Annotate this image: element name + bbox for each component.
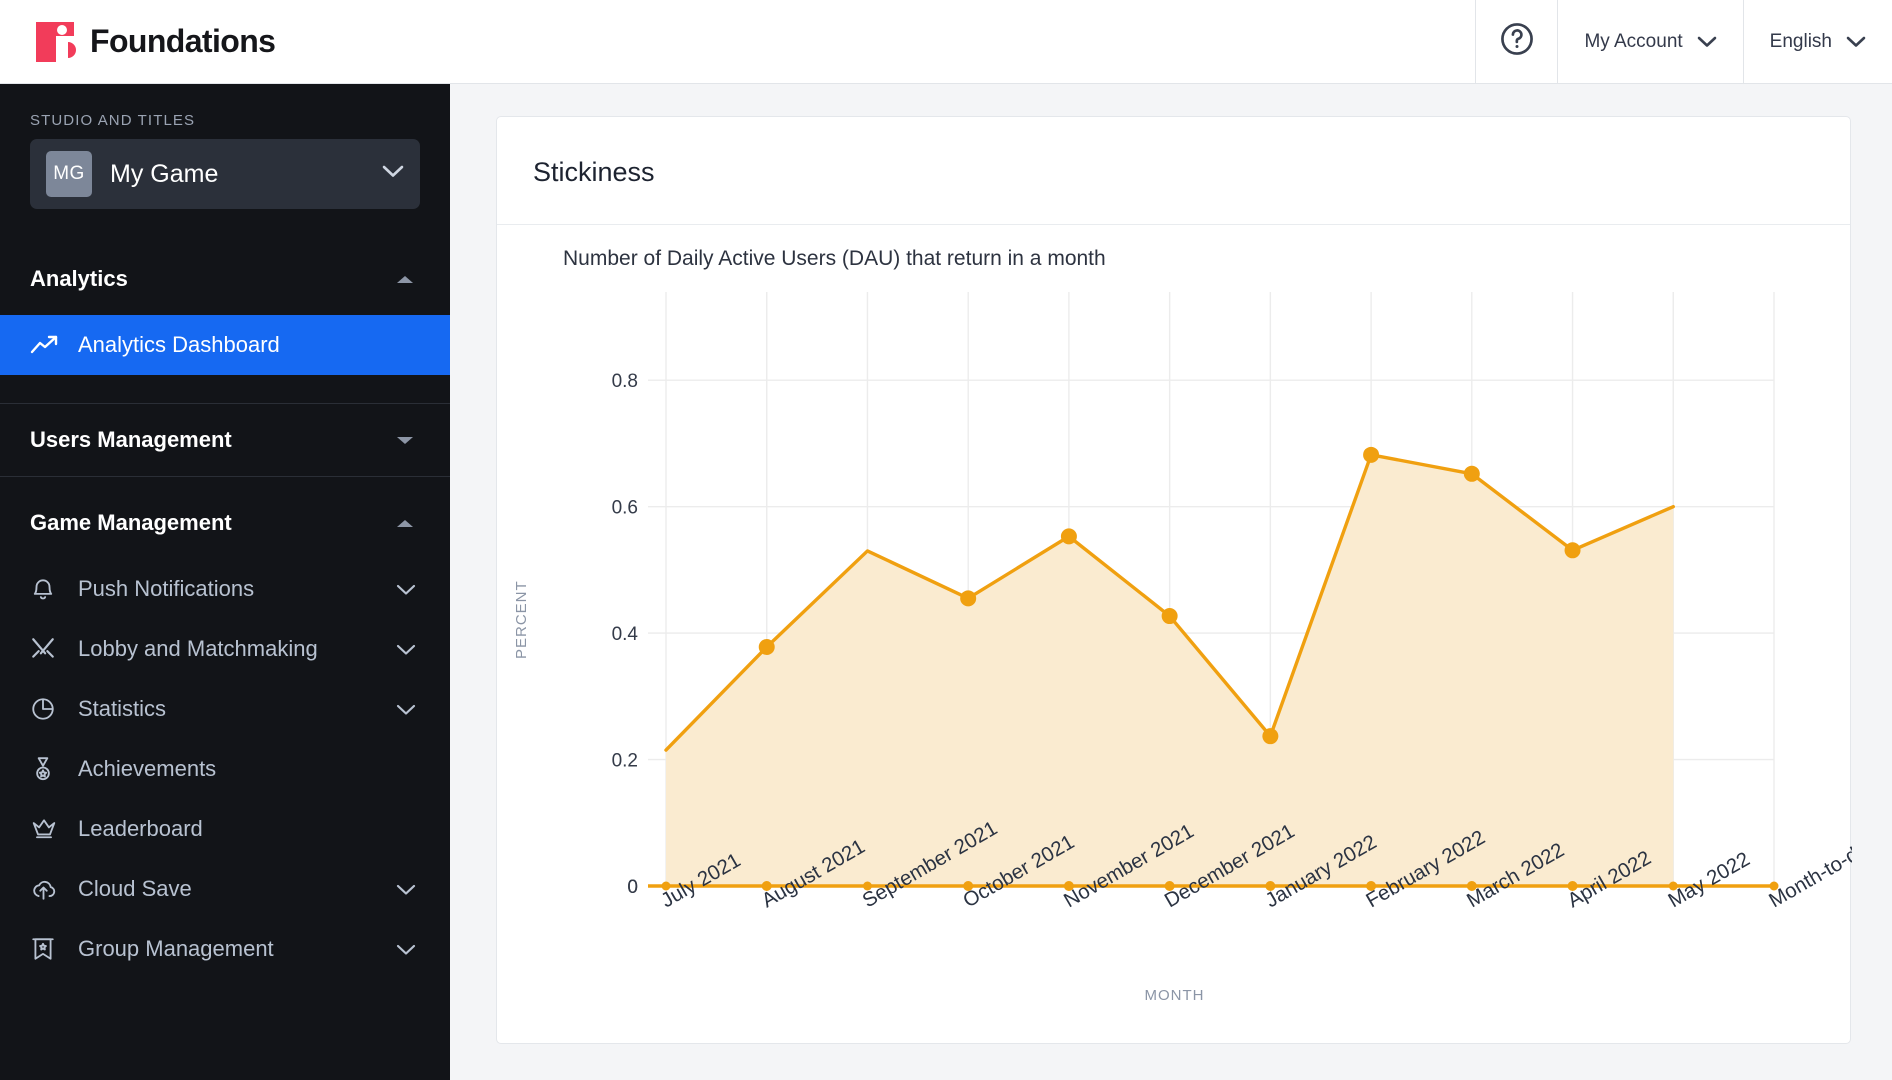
bell-icon bbox=[30, 576, 64, 602]
game-name-label: My Game bbox=[110, 159, 219, 188]
sidebar-divider bbox=[0, 476, 450, 477]
chevron-down-icon bbox=[396, 876, 416, 902]
chart-data-point[interactable] bbox=[960, 590, 977, 607]
chevron-down-icon bbox=[1846, 36, 1866, 48]
sidebar-item-label: Cloud Save bbox=[78, 876, 192, 901]
sidebar-item-label: Group Management bbox=[78, 936, 274, 961]
sidebar-item-leaderboard[interactable]: Leaderboard bbox=[0, 799, 450, 859]
sidebar-section-game-management[interactable]: Game Management bbox=[0, 487, 450, 559]
help-button[interactable] bbox=[1475, 0, 1557, 83]
chart-x-axis-label: MONTH bbox=[1144, 987, 1205, 1004]
chart-y-tick-label: 0.4 bbox=[612, 624, 639, 645]
cloud-upload-icon bbox=[30, 876, 64, 902]
card-divider bbox=[497, 224, 1850, 225]
chart-data-point[interactable] bbox=[1564, 542, 1581, 559]
stickiness-chart: 0 0.2 0.4 0.6 0.8 0 July 2021 August 2021 Septem… bbox=[497, 287, 1852, 1037]
foundations-logo-icon bbox=[34, 20, 76, 64]
chart-y-tick-label: 0.6 bbox=[612, 498, 638, 519]
brand-logo[interactable]: Foundations bbox=[0, 0, 450, 83]
banner-star-icon bbox=[30, 936, 64, 962]
sidebar: STUDIO AND TITLES MG My Game Analytics A… bbox=[0, 84, 450, 1080]
sidebar-section-analytics-label: Analytics bbox=[30, 266, 128, 291]
chart-data-point[interactable] bbox=[1463, 465, 1480, 482]
chart-y-tick-label: 0.8 bbox=[612, 371, 638, 392]
chevron-down-icon bbox=[382, 165, 404, 183]
sidebar-section-users-management-label: Users Management bbox=[30, 427, 232, 452]
sidebar-item-label: Achievements bbox=[78, 756, 217, 781]
sidebar-item-label: Push Notifications bbox=[78, 576, 255, 601]
chevron-down-icon bbox=[394, 427, 416, 453]
card-title: Stickiness bbox=[533, 157, 655, 187]
chevron-down-icon bbox=[396, 576, 416, 602]
language-label: English bbox=[1769, 30, 1832, 52]
medal-icon bbox=[30, 756, 64, 782]
sidebar-item-label: Statistics bbox=[78, 696, 167, 721]
chevron-down-icon bbox=[396, 696, 416, 722]
sidebar-item-statistics[interactable]: Statistics bbox=[0, 679, 450, 739]
card-subtitle: Number of Daily Active Users (DAU) that … bbox=[563, 247, 1106, 270]
chart-data-point[interactable] bbox=[1262, 728, 1279, 745]
sidebar-section-users-management[interactable]: Users Management bbox=[0, 404, 450, 476]
chevron-down-icon bbox=[396, 936, 416, 962]
sidebar-item-label: Leaderboard bbox=[78, 816, 203, 841]
sidebar-item-cloud-save[interactable]: Cloud Save bbox=[0, 859, 450, 919]
chart-data-point[interactable] bbox=[1363, 446, 1380, 463]
chart-data-point[interactable] bbox=[1161, 608, 1178, 625]
chart-x-tick-label: May 2022 bbox=[1664, 847, 1753, 912]
language-menu[interactable]: English bbox=[1742, 0, 1892, 83]
chart-data-point[interactable] bbox=[758, 639, 775, 656]
main-content: Stickiness Number of Daily Active Users … bbox=[450, 84, 1892, 1080]
help-circle-icon bbox=[1498, 20, 1536, 64]
game-selector[interactable]: MG My Game bbox=[30, 139, 420, 209]
studio-and-titles-label: STUDIO AND TITLES bbox=[30, 112, 196, 129]
chart-svg[interactable]: 00.20.40.60.80 July 2021 August 2021Septem… bbox=[497, 287, 1852, 1037]
sidebar-item-achievements[interactable]: Achievements bbox=[0, 739, 450, 799]
header-spacer bbox=[450, 0, 1475, 83]
chevron-up-icon bbox=[394, 266, 416, 292]
chevron-down-icon bbox=[396, 636, 416, 662]
chart-y-axis-label: PERCENT bbox=[513, 580, 530, 659]
stickiness-card: Stickiness Number of Daily Active Users … bbox=[496, 116, 1852, 1044]
my-account-menu[interactable]: My Account bbox=[1557, 0, 1742, 83]
game-avatar: MG bbox=[46, 151, 92, 197]
sidebar-section-analytics[interactable]: Analytics bbox=[0, 243, 450, 315]
chart-x-tick-label: Month-to-date bbox=[1765, 829, 1852, 913]
chart-y-tick-label: 0.2 bbox=[612, 751, 638, 772]
chevron-down-icon bbox=[1697, 36, 1717, 48]
chart-y-tick-label: 0 bbox=[627, 877, 638, 898]
sidebar-item-label: Analytics Dashboard bbox=[78, 332, 280, 357]
sidebar-section-game-management-label: Game Management bbox=[30, 510, 232, 535]
sidebar-item-analytics-dashboard[interactable]: Analytics Dashboard bbox=[0, 315, 450, 375]
brand-name: Foundations bbox=[90, 23, 276, 59]
sidebar-item-push-notifications[interactable]: Push Notifications bbox=[0, 559, 450, 619]
crown-icon bbox=[30, 816, 64, 842]
sidebar-item-label: Lobby and Matchmaking bbox=[78, 636, 318, 661]
chevron-up-icon bbox=[394, 510, 416, 536]
pie-chart-icon bbox=[30, 696, 64, 722]
trending-up-icon bbox=[30, 334, 64, 356]
chart-data-point[interactable] bbox=[1060, 528, 1077, 545]
my-account-label: My Account bbox=[1584, 30, 1683, 52]
sidebar-item-lobby-and-matchmaking[interactable]: Lobby and Matchmaking bbox=[0, 619, 450, 679]
sidebar-item-group-management[interactable]: Group Management bbox=[0, 919, 450, 979]
crossed-swords-icon bbox=[30, 636, 64, 662]
top-header-bar: Foundations My Account English bbox=[0, 0, 1892, 84]
